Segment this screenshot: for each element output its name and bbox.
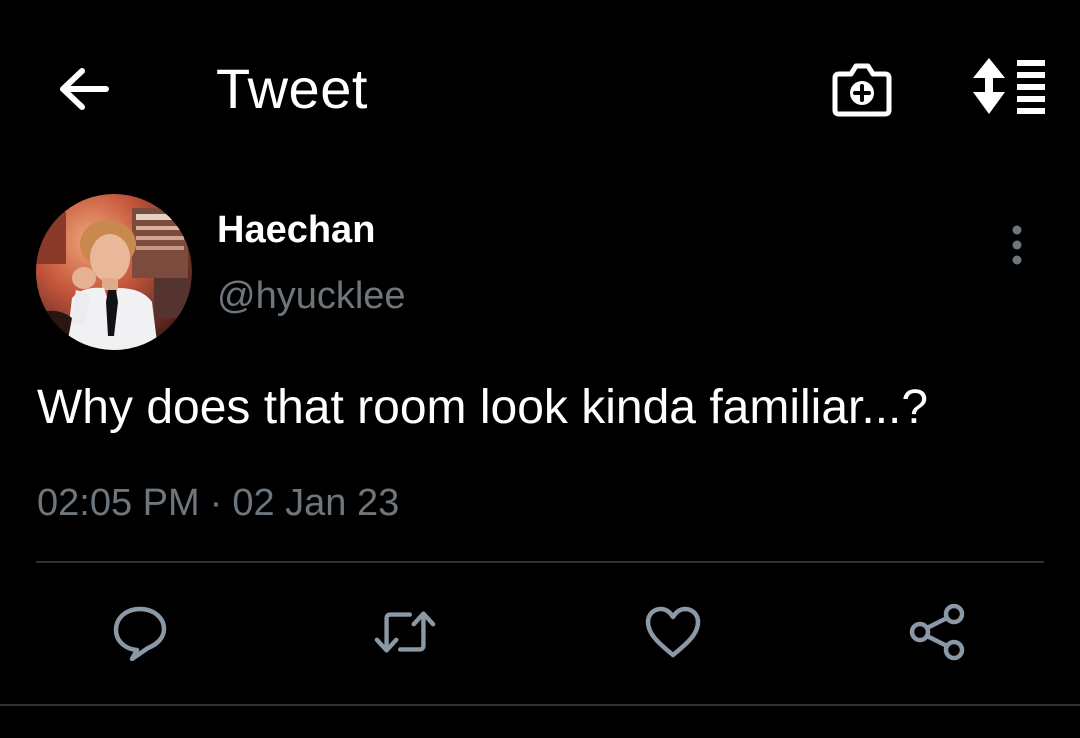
bottom-divider [0, 704, 1080, 706]
tweet-timestamp[interactable]: 02:05 PM · 02 Jan 23 [37, 478, 399, 528]
camera-plus-icon [832, 63, 892, 117]
author-handle[interactable]: @hyucklee [217, 272, 406, 320]
share-button[interactable] [906, 600, 970, 664]
page-title: Tweet [216, 57, 368, 120]
tweet-text: Why does that room look kinda familiar..… [37, 381, 929, 434]
like-button[interactable] [641, 600, 705, 664]
sort-button[interactable] [966, 54, 1050, 120]
sort-list-icon [973, 58, 1045, 114]
arrow-left-icon [60, 68, 109, 110]
more-options-button[interactable] [996, 222, 1038, 268]
divider [36, 561, 1044, 563]
tweet-date: 02 Jan 23 [232, 482, 400, 524]
retweet-icon [374, 611, 436, 653]
heart-icon [645, 606, 701, 658]
tweet-time: 02:05 PM [37, 482, 200, 524]
author-display-name[interactable]: Haechan [217, 206, 375, 254]
back-button[interactable] [52, 58, 114, 120]
reply-bubble-icon [113, 606, 167, 661]
avatar[interactable] [36, 194, 192, 350]
camera-button[interactable] [828, 58, 896, 120]
retweet-button[interactable] [373, 600, 437, 664]
share-icon [909, 603, 965, 661]
top-app-bar: Tweet [0, 0, 1080, 178]
more-vertical-icon [1012, 225, 1022, 265]
reply-button[interactable] [108, 600, 172, 664]
meta-separator: · [209, 482, 223, 524]
profile-photo [36, 194, 192, 350]
